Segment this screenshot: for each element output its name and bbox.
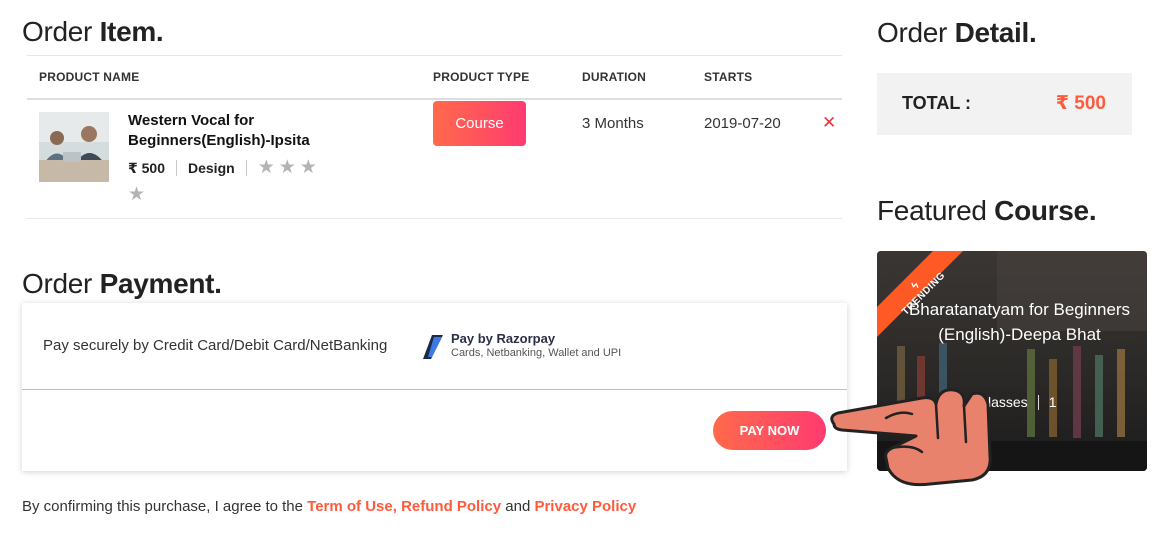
product-start-date: 2019-07-20	[704, 115, 781, 132]
razorpay-option[interactable]: Pay by Razorpay Cards, Netbanking, Walle…	[423, 331, 621, 359]
privacy-policy-link[interactable]: Privacy Policy	[534, 498, 636, 515]
product-price: ₹ 500	[128, 159, 165, 176]
table-top-border	[27, 55, 842, 56]
star-icon: ★	[257, 157, 275, 178]
razorpay-title: Pay by Razorpay	[451, 331, 556, 346]
meta-divider	[176, 160, 177, 176]
product-image	[39, 112, 109, 182]
classes-label: classes	[981, 394, 1028, 410]
classes-count: 1	[1048, 394, 1057, 410]
table-bottom-border	[27, 218, 842, 219]
column-header-product-name: PRODUCT NAME	[39, 70, 140, 84]
close-icon: ✕	[822, 113, 837, 132]
star-icon: ★	[299, 157, 317, 178]
product-category: Design	[188, 160, 235, 176]
razorpay-logo-icon	[423, 335, 443, 359]
featured-course-title[interactable]: Bharatanatyam for Beginners (English)-De…	[907, 297, 1132, 347]
star-icon: ★	[278, 157, 296, 178]
product-name[interactable]: Western Vocal for Beginners(English)-Ips…	[128, 111, 348, 151]
column-header-product-type: PRODUCT TYPE	[433, 70, 530, 84]
razorpay-subtitle: Cards, Netbanking, Wallet and UPI	[451, 347, 622, 359]
total-label: TOTAL :	[902, 93, 971, 113]
payment-divider	[22, 389, 847, 390]
product-meta: ₹ 500 Design ★ ★ ★	[128, 157, 317, 178]
column-header-duration: DURATION	[582, 70, 647, 84]
product-type-badge: Course	[433, 101, 526, 146]
featured-course-heading: Featured Course.	[877, 195, 1097, 226]
star-icon: ★	[128, 184, 146, 205]
star-rating: ★ ★ ★	[257, 157, 317, 178]
pay-now-button[interactable]: PAY NOW	[713, 411, 826, 450]
order-total: TOTAL : ₹ 500	[877, 73, 1132, 135]
purchase-agreement: By confirming this purchase, I agree to …	[22, 498, 637, 515]
order-payment-heading: Order Payment.	[22, 268, 222, 299]
header-divider	[27, 98, 842, 100]
column-header-starts: STARTS	[704, 70, 753, 84]
meta-divider	[1037, 394, 1039, 410]
terms-link[interactable]: Term of Use, Refund Policy	[307, 498, 501, 515]
total-value: ₹ 500	[1055, 93, 1106, 114]
product-thumbnail[interactable]	[39, 112, 109, 182]
order-items-table: PRODUCT NAME PRODUCT TYPE DURATION START…	[27, 55, 842, 219]
remove-item-button[interactable]: ✕	[822, 113, 836, 133]
order-detail-heading: Order Detail.	[877, 17, 1037, 48]
payment-method-text: Pay securely by Credit Card/Debit Card/N…	[43, 337, 388, 354]
order-item-heading: Order Item.	[22, 16, 164, 47]
featured-course-card[interactable]: ϟ TRENDING Bharatanatyam for Beginners (…	[877, 251, 1147, 471]
featured-course-meta: classes 1	[981, 394, 1056, 410]
payment-panel: Pay securely by Credit Card/Debit Card/N…	[22, 303, 847, 471]
meta-divider	[245, 160, 247, 176]
product-duration: 3 Months	[582, 115, 644, 132]
